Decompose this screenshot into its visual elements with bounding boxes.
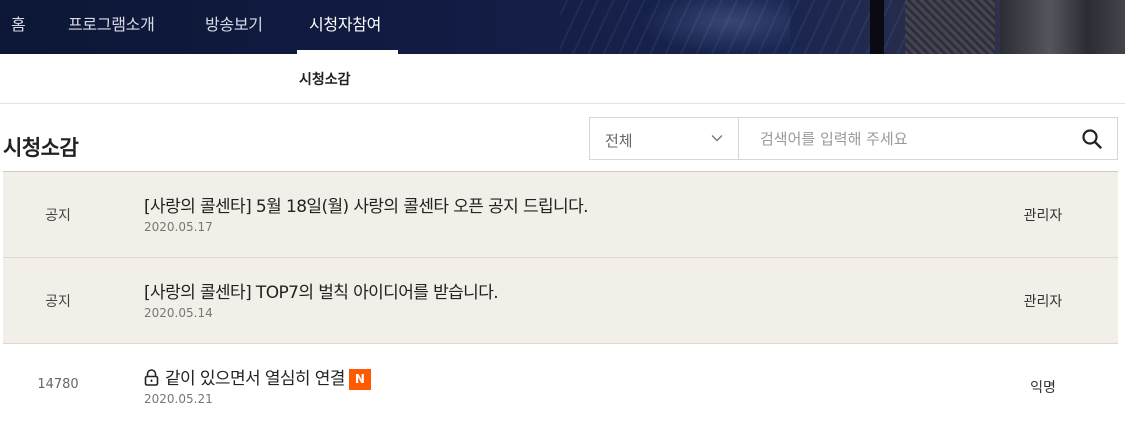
nav-item-program-intro[interactable]: 프로그램소개 xyxy=(68,11,155,35)
post-title[interactable]: [사랑의 콜센타] TOP7의 벌칙 아이디어를 받습니다. xyxy=(144,278,499,303)
post-author: 관리자 xyxy=(1023,208,1063,224)
post-author: 익명 xyxy=(1030,380,1056,396)
banner-decoration xyxy=(640,0,790,54)
search-bar: 전체 xyxy=(589,117,1118,160)
new-badge: N xyxy=(348,369,371,390)
post-title[interactable]: [사랑의 콜센타] 5월 18일(월) 사랑의 콜센타 오픈 공지 드립니다. xyxy=(144,192,589,217)
nav-item-viewer-participation[interactable]: 시청자참여 xyxy=(309,11,381,35)
top-nav: 홈 프로그램소개 방송보기 시청자참여 xyxy=(0,0,1125,54)
post-date: 2020.05.14 xyxy=(144,306,213,320)
lock-icon xyxy=(144,369,159,386)
post-number: 14780 xyxy=(37,377,79,392)
post-title[interactable]: 같이 있으면서 열심히 연결 xyxy=(165,369,345,389)
post-date: 2020.05.17 xyxy=(144,220,213,234)
post-author: 관리자 xyxy=(1023,294,1063,310)
post-list: 공지 [사랑의 콜센타] 5월 18일(월) 사랑의 콜센타 오픈 공지 드립니… xyxy=(3,171,1118,429)
nav-item-watch[interactable]: 방송보기 xyxy=(205,11,263,35)
nav-item-home[interactable]: 홈 xyxy=(11,11,26,35)
post-number: 공지 xyxy=(45,208,71,224)
list-item[interactable]: 공지 [사랑의 콜센타] TOP7의 벌칙 아이디어를 받습니다. 2020.0… xyxy=(3,258,1118,344)
post-number: 공지 xyxy=(45,294,71,310)
page-title: 시청소감 xyxy=(3,136,79,160)
chevron-down-icon xyxy=(711,135,723,142)
post-date: 2020.05.21 xyxy=(144,392,213,406)
search-icon[interactable] xyxy=(1080,127,1104,151)
list-item[interactable]: 공지 [사랑의 콜센타] 5월 18일(월) 사랑의 콜센타 오픈 공지 드립니… xyxy=(3,172,1118,258)
banner-decoration xyxy=(905,0,995,54)
tab-viewer-reviews[interactable]: 시청소감 xyxy=(299,69,351,89)
search-input[interactable] xyxy=(740,118,1070,159)
search-filter-value: 전체 xyxy=(605,132,633,150)
list-item[interactable]: 14780 같이 있으면서 열심히 연결 N 2020.05.21 익명 xyxy=(3,344,1118,429)
search-filter-select[interactable]: 전체 xyxy=(590,118,739,159)
post-title-wrap: 같이 있으면서 열심히 연결 N xyxy=(144,364,371,390)
sub-nav: 시청소감 xyxy=(0,54,1125,104)
banner-decoration xyxy=(870,0,884,54)
banner-decoration xyxy=(1000,0,1125,54)
